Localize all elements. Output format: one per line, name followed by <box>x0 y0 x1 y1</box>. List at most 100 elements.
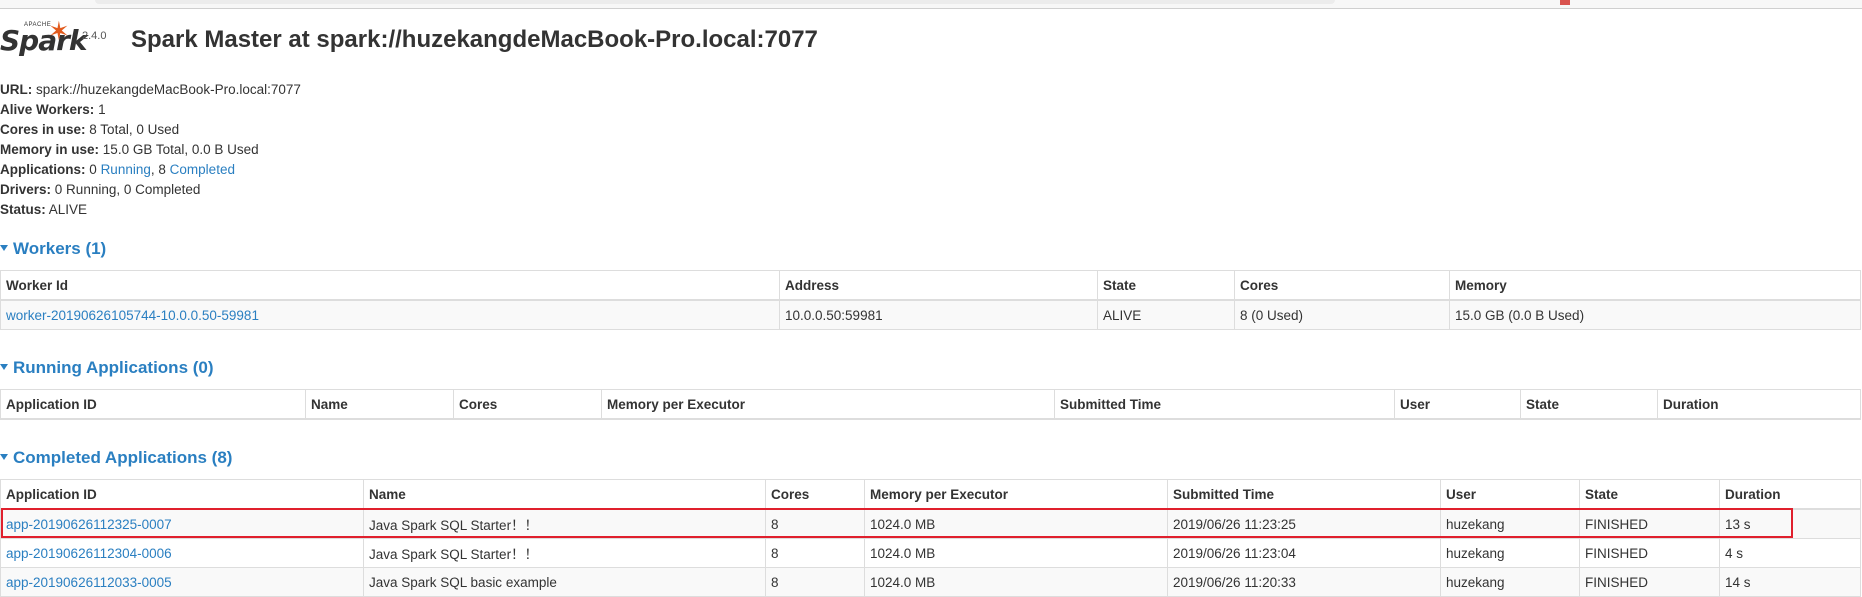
column-header[interactable]: Application ID <box>0 479 364 510</box>
summary-value: 8 Total, 0 Used <box>89 122 180 137</box>
completed-apps-link[interactable]: Completed <box>170 162 235 177</box>
app-id-link[interactable]: app-20190626112304-0006 <box>6 546 172 561</box>
column-header[interactable]: Duration <box>1657 389 1861 420</box>
table-cell: app-20190626112304-0006 <box>0 538 364 568</box>
column-header[interactable]: State <box>1097 270 1235 301</box>
column-header[interactable]: State <box>1579 479 1720 510</box>
summary-drivers: Drivers: 0 Running, 0 Completed <box>0 180 301 200</box>
running-apps-table: Application ID Name Cores Memory per Exe… <box>0 389 1861 420</box>
collapse-arrow-icon <box>0 244 8 251</box>
table-cell: 8 <box>765 508 865 539</box>
table-cell: Java Spark SQL basic example <box>363 567 766 597</box>
app-id-link[interactable]: app-20190626112325-0007 <box>6 517 172 532</box>
column-header[interactable]: Submitted Time <box>1167 479 1441 510</box>
collapse-arrow-icon <box>0 453 8 460</box>
worker-id-link[interactable]: worker-20190626105744-10.0.0.50-59981 <box>6 308 259 323</box>
column-header[interactable]: Worker Id <box>0 270 780 301</box>
table-row: app-20190626112325-0007 Java Spark SQL S… <box>0 508 1861 539</box>
table-cell: 1024.0 MB <box>864 567 1168 597</box>
table-cell: app-20190626112325-0007 <box>0 508 364 539</box>
table-row: worker-20190626105744-10.0.0.50-59981 10… <box>0 299 1861 330</box>
table-cell: 13 s <box>1719 508 1861 539</box>
table-cell: 1024.0 MB <box>864 538 1168 568</box>
table-cell: 15.0 GB (0.0 B Used) <box>1449 299 1861 330</box>
header: APACHE Spark ✶ <box>0 18 88 68</box>
table-cell: FINISHED <box>1579 508 1720 539</box>
address-bar-edge <box>95 0 1335 4</box>
table-row: app-20190626112304-0006 Java Spark SQL S… <box>0 538 1861 568</box>
column-header[interactable]: Cores <box>1234 270 1450 301</box>
workers-table: Worker Id Address State Cores Memory wor… <box>0 270 1861 330</box>
column-header[interactable]: State <box>1520 389 1658 420</box>
table-cell: 8 <box>765 567 865 597</box>
running-count: 0 <box>89 162 97 177</box>
column-header[interactable]: Submitted Time <box>1054 389 1395 420</box>
completed-apps-table: Application ID Name Cores Memory per Exe… <box>0 479 1861 597</box>
summary-value: 0 Running, 0 Completed <box>54 182 201 197</box>
column-header[interactable]: Name <box>305 389 454 420</box>
spark-version: 2.4.0 <box>82 30 107 42</box>
table-cell: 2019/06/26 11:20:33 <box>1167 567 1441 597</box>
completed-count: 8 <box>158 162 166 177</box>
section-title: Running Applications (0) <box>13 358 214 377</box>
column-header[interactable]: Name <box>363 479 766 510</box>
column-header[interactable]: Cores <box>453 389 602 420</box>
table-cell: ALIVE <box>1097 299 1235 330</box>
running-apps-section-toggle[interactable]: Running Applications (0) <box>0 358 214 378</box>
column-header[interactable]: Duration <box>1719 479 1861 510</box>
summary-value: 1 <box>98 102 106 117</box>
separator: , <box>150 162 155 177</box>
table-header-row: Application ID Name Cores Memory per Exe… <box>0 389 1861 420</box>
section-title: Completed Applications (8) <box>13 448 233 467</box>
app-id-link[interactable]: app-20190626112033-0005 <box>6 575 172 590</box>
summary-label: Applications: <box>0 162 86 177</box>
table-cell: 2019/06/26 11:23:04 <box>1167 538 1441 568</box>
column-header[interactable]: User <box>1394 389 1521 420</box>
column-header[interactable]: User <box>1440 479 1580 510</box>
logo-spark-text: Spark <box>0 24 88 57</box>
summary-label: Alive Workers: <box>0 102 95 117</box>
column-header[interactable]: Memory per Executor <box>864 479 1168 510</box>
table-cell: Java Spark SQL Starter！！ <box>363 538 766 568</box>
table-cell: 14 s <box>1719 567 1861 597</box>
browser-top-edge <box>0 0 1862 9</box>
completed-apps-section-toggle[interactable]: Completed Applications (8) <box>0 448 232 468</box>
summary-url: URL: spark://huzekangdeMacBook-Pro.local… <box>0 80 301 100</box>
table-header-row: Worker Id Address State Cores Memory <box>0 270 1861 301</box>
table-cell: huzekang <box>1440 538 1580 568</box>
summary-label: Memory in use: <box>0 142 100 157</box>
table-row: app-20190626112033-0005 Java Spark SQL b… <box>0 567 1861 597</box>
column-header[interactable]: Cores <box>765 479 865 510</box>
column-header[interactable]: Memory <box>1449 270 1861 301</box>
summary-label: URL: <box>0 82 33 97</box>
section-title: Workers (1) <box>13 239 107 258</box>
spark-logo[interactable]: APACHE Spark ✶ <box>0 18 88 64</box>
workers-section-toggle[interactable]: Workers (1) <box>0 239 106 259</box>
table-cell: huzekang <box>1440 508 1580 539</box>
summary-status: Status: ALIVE <box>0 200 301 220</box>
table-cell: app-20190626112033-0005 <box>0 567 364 597</box>
notification-badge <box>1560 0 1570 5</box>
summary-label: Drivers: <box>0 182 52 197</box>
summary-value: ALIVE <box>48 202 88 217</box>
page-title: Spark Master at spark://huzekangdeMacBoo… <box>131 26 818 53</box>
summary-workers: Alive Workers: 1 <box>0 100 301 120</box>
summary-label: Cores in use: <box>0 122 86 137</box>
summary-applications: Applications: 0 Running, 8 Completed <box>0 160 301 180</box>
master-summary: URL: spark://huzekangdeMacBook-Pro.local… <box>0 80 301 220</box>
table-cell: 10.0.0.50:59981 <box>779 299 1098 330</box>
table-cell: Java Spark SQL Starter！！ <box>363 508 766 539</box>
table-cell: 2019/06/26 11:23:25 <box>1167 508 1441 539</box>
collapse-arrow-icon <box>0 363 8 370</box>
table-header-row: Application ID Name Cores Memory per Exe… <box>0 479 1861 510</box>
summary-value: 15.0 GB Total, 0.0 B Used <box>102 142 259 157</box>
column-header[interactable]: Memory per Executor <box>601 389 1055 420</box>
table-cell: huzekang <box>1440 567 1580 597</box>
column-header[interactable]: Application ID <box>0 389 306 420</box>
running-apps-link[interactable]: Running <box>101 162 151 177</box>
column-header[interactable]: Address <box>779 270 1098 301</box>
table-cell: worker-20190626105744-10.0.0.50-59981 <box>0 299 780 330</box>
table-cell: FINISHED <box>1579 538 1720 568</box>
summary-memory: Memory in use: 15.0 GB Total, 0.0 B Used <box>0 140 301 160</box>
table-cell: 1024.0 MB <box>864 508 1168 539</box>
